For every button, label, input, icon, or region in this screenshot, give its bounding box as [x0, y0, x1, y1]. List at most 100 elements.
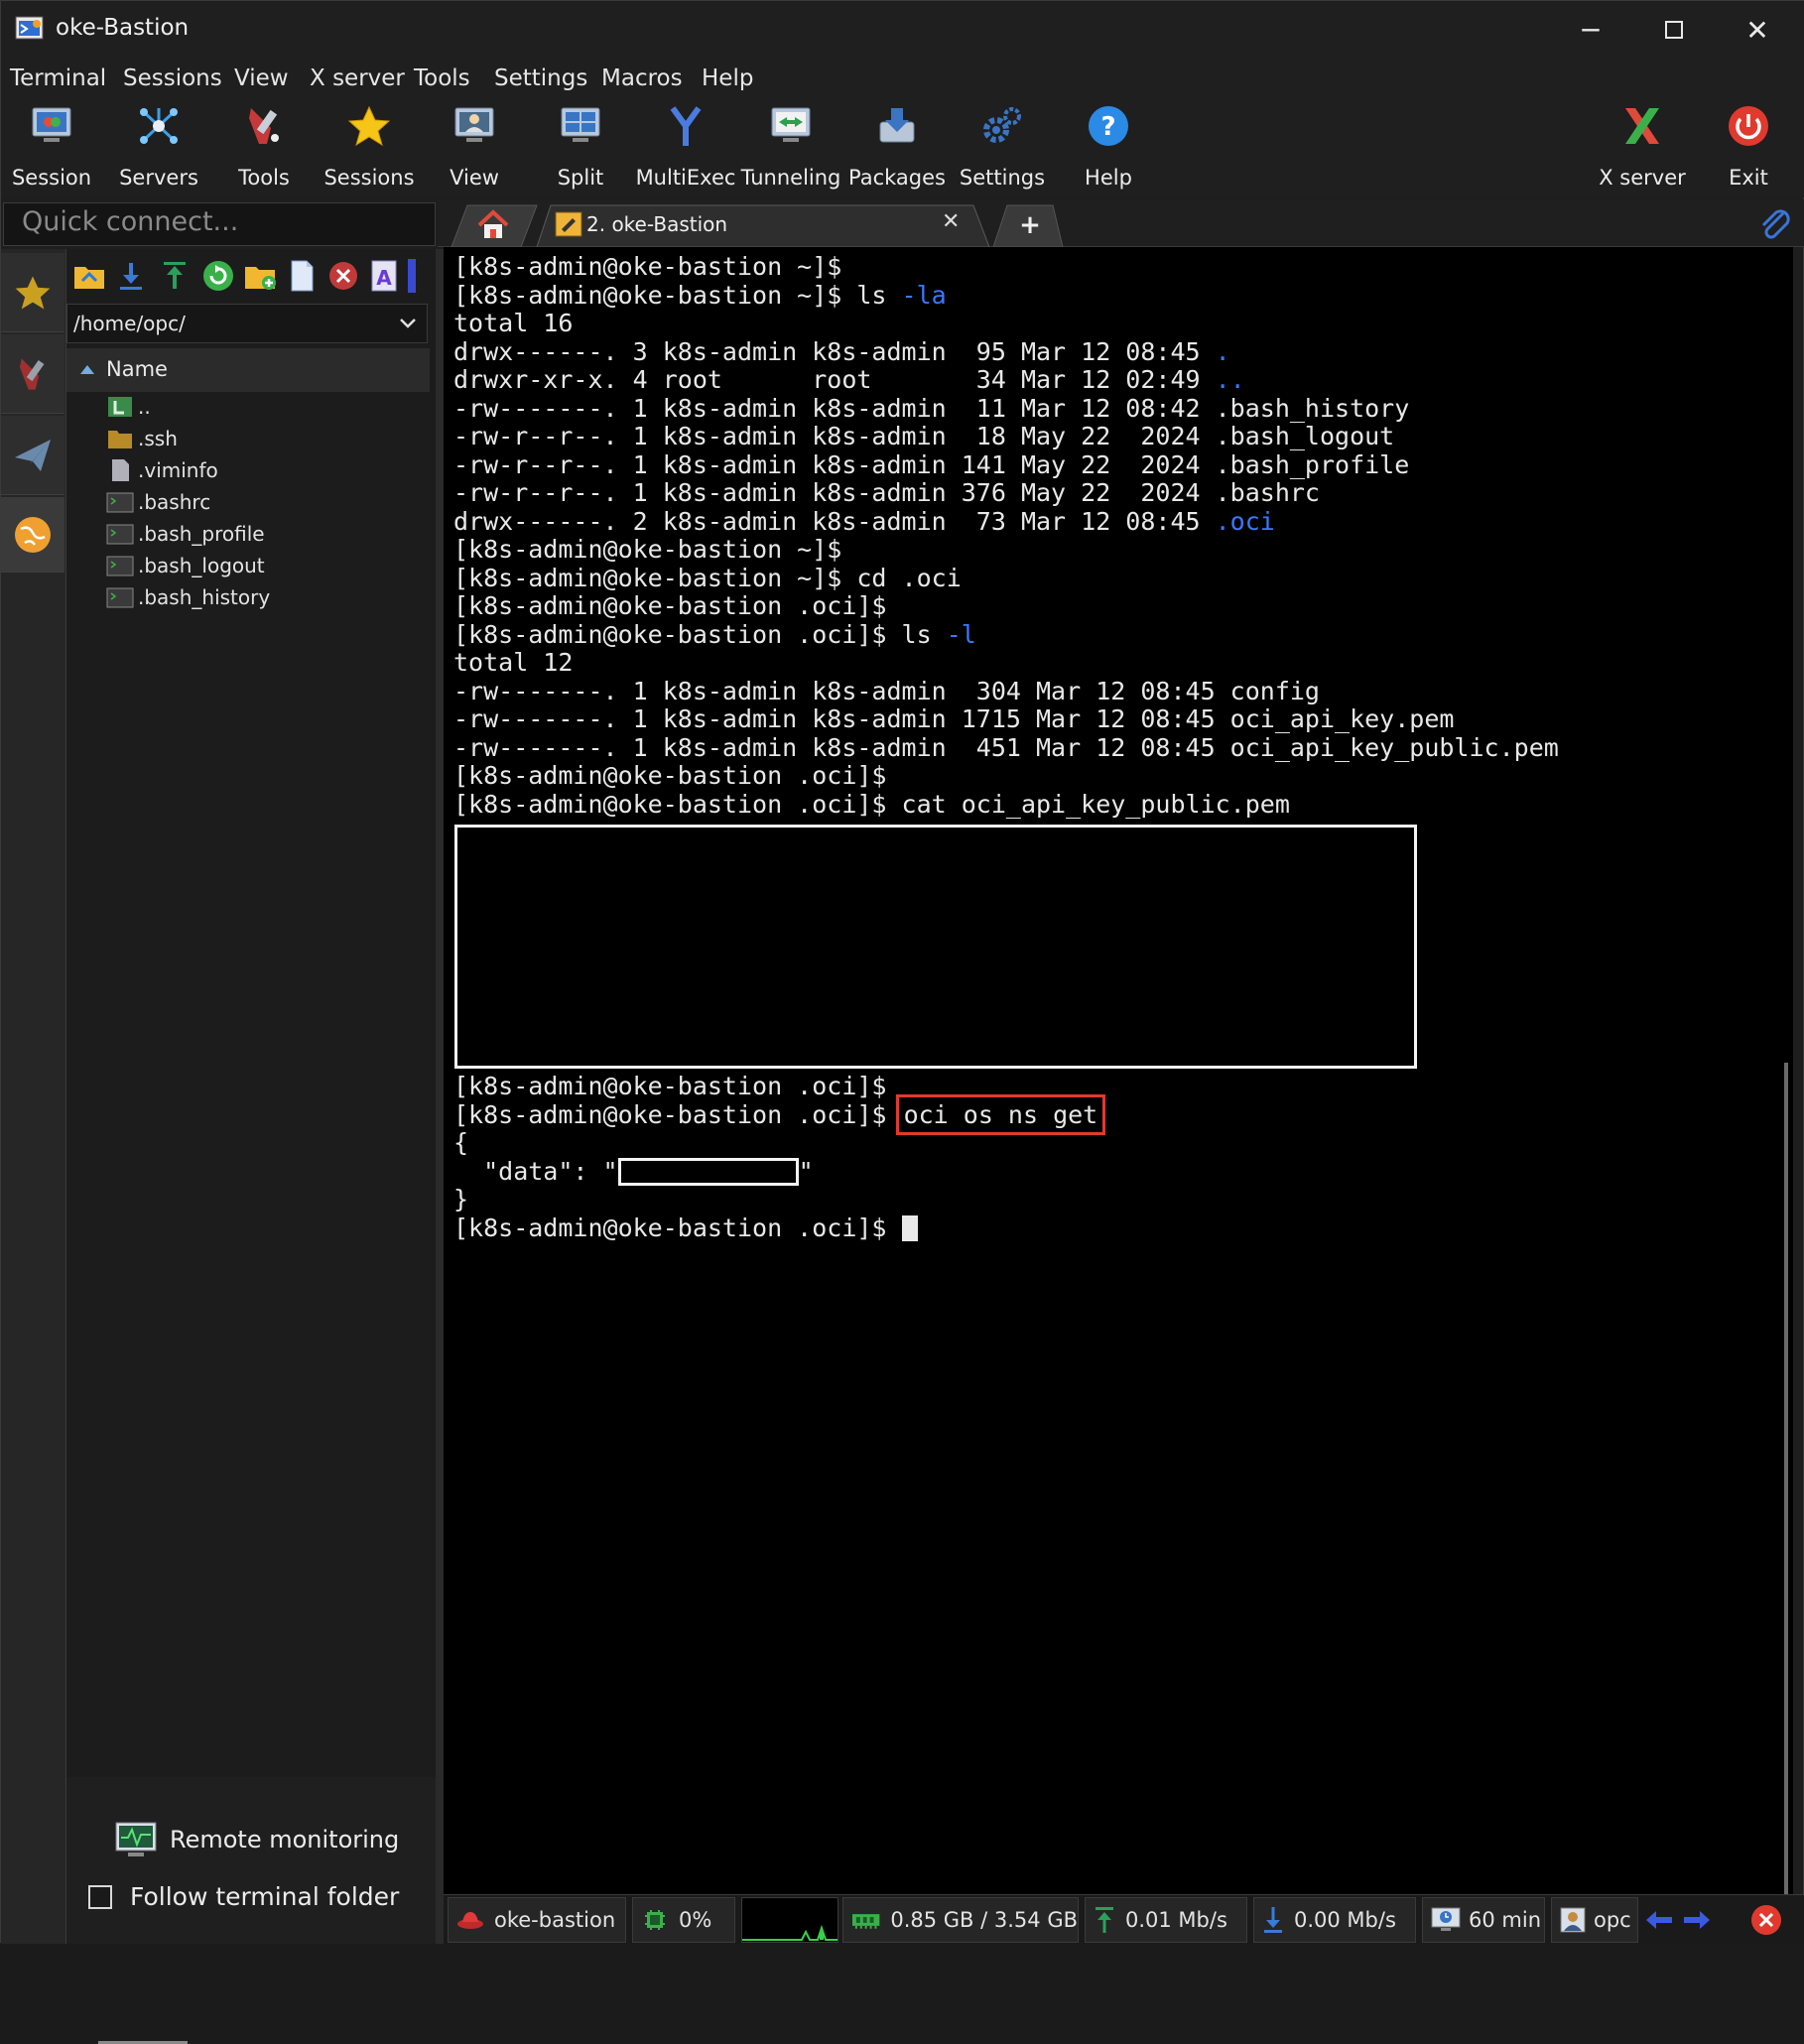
highlighted-command: oci os ns get — [895, 1094, 1106, 1135]
status-host[interactable]: oke-bastion — [448, 1897, 626, 1943]
file-row-bash-logout[interactable]: .bash_logout — [106, 551, 265, 580]
settings-button[interactable]: Settings — [953, 98, 1052, 193]
menu-help[interactable]: Help — [702, 63, 753, 94]
terminal-pane[interactable]: [k8s-admin@oke-bastion ~]$ [k8s-admin@ok… — [444, 247, 1793, 1894]
remote-monitoring-label: Remote monitoring — [170, 1826, 400, 1853]
file-row-bashrc[interactable]: .bashrc — [106, 487, 210, 517]
tab-oke-bastion[interactable]: 2. oke-Bastion ✕ — [555, 205, 971, 243]
minimize-button[interactable]: ─ — [1549, 1, 1632, 59]
terminal-line: total 16 — [453, 309, 574, 337]
follow-terminal-folder-option[interactable]: Follow terminal folder — [88, 1882, 399, 1911]
plus-icon: + — [1019, 210, 1041, 240]
multiexec-button[interactable]: MultiExec — [636, 98, 735, 193]
split-icon — [561, 107, 600, 142]
terminal-line: -rw-------. 1 k8s-admin k8s-admin 304 Ma… — [453, 677, 1320, 705]
packages-button[interactable]: Packages — [847, 98, 947, 193]
scroll-left-button[interactable] — [1642, 1905, 1676, 1935]
split-button[interactable]: Split — [531, 98, 630, 193]
x-server-button[interactable]: X server — [1593, 98, 1692, 193]
view-button[interactable]: View — [425, 98, 524, 193]
sessions-button[interactable]: Sessions — [320, 98, 419, 193]
scroll-right-button[interactable] — [1680, 1905, 1714, 1935]
svg-text:?: ? — [1100, 112, 1115, 142]
upload-arrow-icon — [1095, 1907, 1113, 1933]
terminal-text: drwxr-xr-x. 4 root root 34 Mar 12 02:49 — [453, 365, 1216, 394]
maximize-button[interactable] — [1632, 1, 1716, 59]
file-row-parent[interactable]: .. — [106, 392, 151, 422]
menu-sessions[interactable]: Sessions — [123, 63, 222, 94]
terminal-scrollbar[interactable] — [1784, 1063, 1788, 1896]
rail-tools-button[interactable] — [1, 334, 64, 414]
terminal-line: -rw-------. 1 k8s-admin k8s-admin 1715 M… — [453, 704, 1455, 733]
menu-view[interactable]: View — [234, 63, 289, 94]
main-toolbar: Session Servers Tools Sessions View Spli… — [1, 98, 1804, 197]
new-folder-icon[interactable] — [243, 259, 277, 293]
terminal-text: drwx------. 3 k8s-admin k8s-admin 95 Mar… — [453, 337, 1216, 366]
star-icon — [347, 105, 391, 147]
help-button[interactable]: ? Help — [1059, 98, 1158, 193]
terminal-line: } — [453, 1185, 469, 1214]
clock-monitor-icon — [1431, 1907, 1461, 1931]
menu-tools[interactable]: Tools — [414, 63, 470, 94]
menu-settings[interactable]: Settings — [494, 63, 587, 94]
download-icon[interactable] — [114, 259, 148, 293]
exit-button[interactable]: Exit — [1699, 98, 1798, 193]
file-row-bash-history[interactable]: .bash_history — [106, 582, 270, 612]
menu-x-server[interactable]: X server — [310, 63, 405, 94]
upload-icon[interactable] — [158, 259, 192, 293]
menu-terminal[interactable]: Terminal — [10, 63, 106, 94]
terminal-text: drwx------. 2 k8s-admin k8s-admin 73 Mar… — [453, 507, 1216, 536]
network-graph — [741, 1897, 838, 1943]
terminal-flag: -la — [901, 281, 947, 310]
paperclip-icon[interactable] — [1757, 207, 1793, 241]
terminal-line: [k8s-admin@oke-bastion .oci]$ — [453, 1214, 918, 1242]
network-graph-chart — [742, 1924, 838, 1941]
menu-macros[interactable]: Macros — [601, 63, 683, 94]
name-column-header[interactable]: Name — [66, 348, 430, 392]
terminal-line: [k8s-admin@oke-bastion .oci]$ — [453, 591, 887, 620]
path-field[interactable]: /home/opc/ — [66, 304, 428, 343]
terminal-line: total 12 — [453, 648, 574, 677]
file-name: .. — [138, 395, 151, 419]
status-user: opc — [1551, 1897, 1638, 1943]
status-close-button[interactable] — [1749, 1903, 1783, 1937]
terminal-line: [k8s-admin@oke-bastion ~]$ cd .oci — [453, 564, 962, 592]
remote-monitoring-toggle[interactable]: Remote monitoring — [114, 1821, 399, 1858]
new-file-icon[interactable] — [285, 259, 319, 293]
terminal-line: [k8s-admin@oke-bastion ~]$ ls -la — [453, 282, 947, 310]
tunneling-button[interactable]: Tunneling — [741, 98, 840, 193]
rail-sessions-button[interactable] — [1, 253, 64, 332]
file-row-ssh[interactable]: .ssh — [106, 424, 178, 453]
star-icon — [15, 275, 51, 310]
file-name: .bash_history — [138, 585, 271, 609]
dir-entry: . — [1215, 337, 1230, 366]
file-row-viminfo[interactable]: .viminfo — [106, 455, 218, 485]
new-tab-button[interactable]: + — [1005, 209, 1055, 241]
follow-folder-checkbox[interactable] — [88, 1884, 112, 1909]
session-button[interactable]: Session — [2, 98, 101, 193]
tab-close-icon[interactable]: ✕ — [942, 209, 960, 234]
home-tab[interactable] — [475, 207, 519, 243]
file-icon — [112, 459, 129, 481]
rail-macros-button[interactable] — [1, 416, 64, 495]
panel-splitter[interactable] — [436, 249, 444, 1944]
servers-button[interactable]: Servers — [109, 98, 208, 193]
quick-connect-input[interactable]: Quick connect... — [3, 202, 436, 246]
follow-folder-label: Follow terminal folder — [130, 1882, 400, 1911]
close-window-button[interactable]: ✕ — [1716, 1, 1799, 59]
delete-icon[interactable] — [326, 259, 360, 293]
status-download-value: 0.00 Mb/s — [1294, 1908, 1396, 1932]
parent-folder-icon[interactable] — [72, 259, 106, 293]
chevron-down-icon[interactable] — [397, 315, 419, 332]
rename-icon[interactable]: A — [368, 259, 402, 293]
refresh-icon[interactable] — [201, 259, 235, 293]
name-column-label: Name — [106, 357, 168, 381]
terminal-cursor — [901, 1215, 918, 1241]
rail-sftp-button[interactable] — [1, 497, 64, 573]
status-download: 0.00 Mb/s — [1253, 1897, 1416, 1943]
window-title: oke-Bastion — [56, 15, 190, 41]
tools-button[interactable]: Tools — [214, 98, 314, 193]
file-row-bash-profile[interactable]: .bash_profile — [106, 519, 265, 549]
folder-icon — [108, 431, 132, 448]
redacted-namespace — [617, 1158, 799, 1186]
